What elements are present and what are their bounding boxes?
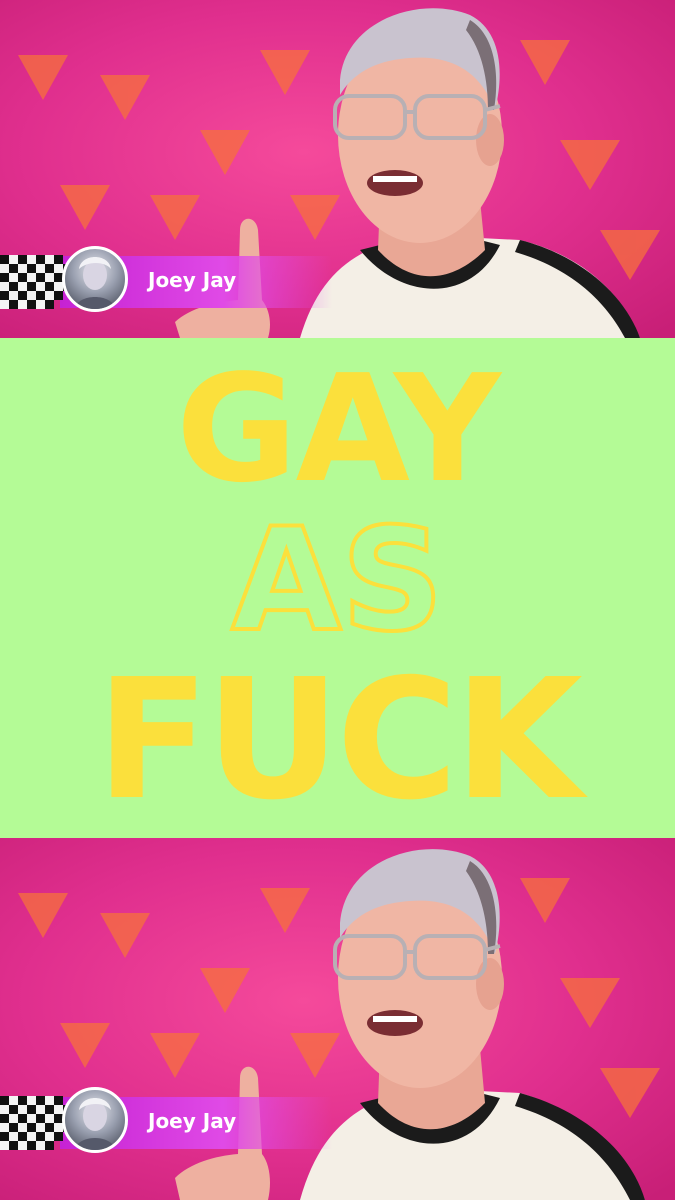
contestant-name-label: Joey Jay [148, 268, 237, 292]
name-lower-third: Joey Jay [0, 1084, 332, 1166]
caption-band: GAY AS FUCK [0, 338, 675, 838]
caption-line-2-outlined: AS [229, 498, 445, 663]
contestant-avatar [62, 246, 128, 312]
top-video-clip: Joey Jay [0, 0, 675, 338]
caption-line-1: GAY [175, 343, 501, 515]
video-frame: Joey Jay GAY AS FUCK Joey Jay [0, 0, 675, 1200]
contestant-name-label: Joey Jay [148, 1109, 237, 1133]
name-lower-third: Joey Jay [0, 243, 332, 325]
caption-line-3: FUCK [96, 644, 583, 837]
bottom-video-clip: Joey Jay [0, 838, 675, 1200]
contestant-avatar [62, 1087, 128, 1153]
